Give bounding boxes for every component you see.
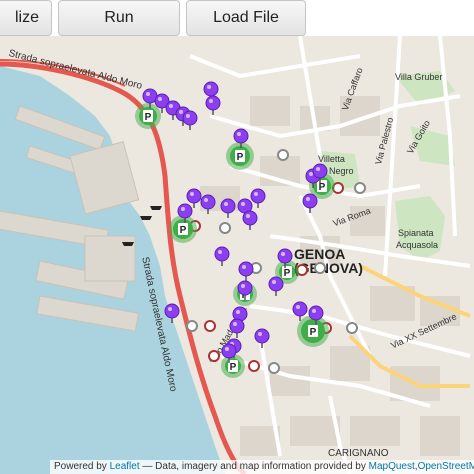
ferry-icon	[150, 206, 162, 210]
location-pin-icon[interactable]	[164, 303, 180, 323]
location-pin-icon[interactable]	[229, 318, 245, 338]
location-pin-icon[interactable]	[250, 188, 266, 208]
location-pin-icon[interactable]	[242, 210, 258, 230]
ferry-icon	[140, 216, 152, 220]
parking-icon-glyph: P	[310, 327, 317, 338]
poi-dot-icon[interactable]	[186, 320, 198, 332]
mapquest-link[interactable]: MapQuest	[369, 461, 415, 472]
location-pin-icon[interactable]	[268, 276, 284, 296]
parking-icon-glyph: P	[237, 152, 244, 163]
poi-dot-icon[interactable]	[248, 360, 260, 372]
poi-dot-icon[interactable]	[208, 350, 220, 362]
attribution-middle: — Data, imagery and map information prov…	[142, 461, 366, 472]
location-pin-icon[interactable]	[205, 95, 221, 115]
toolbar: lize Run Load File	[0, 0, 474, 36]
parking-icon-glyph: P	[284, 268, 291, 279]
location-pin-icon[interactable]	[254, 328, 270, 348]
location-pin-icon[interactable]	[182, 110, 198, 130]
location-pin-icon[interactable]	[200, 194, 216, 214]
load-file-button[interactable]: Load File	[186, 0, 306, 36]
location-pin-icon[interactable]	[220, 198, 236, 218]
attribution-prefix: Powered by	[54, 461, 107, 472]
marker-layer: PPPPPPPP	[122, 81, 366, 378]
parking-icon-glyph: P	[145, 112, 152, 123]
poi-dot-icon[interactable]	[354, 182, 366, 194]
poi-dot-icon[interactable]	[204, 320, 216, 332]
optimize-button[interactable]: lize	[0, 0, 52, 36]
map-attribution: Powered by Leaflet — Data, imagery and m…	[50, 460, 474, 474]
run-button[interactable]: Run	[58, 0, 180, 36]
location-pin-icon[interactable]	[238, 261, 254, 281]
poi-dot-icon[interactable]	[277, 149, 289, 161]
map[interactable]: Strada sopraelevata Aldo Moro Strada sop…	[0, 36, 474, 474]
poi-dot-icon[interactable]	[314, 262, 326, 274]
location-pin-icon[interactable]	[214, 246, 230, 266]
poi-dot-icon[interactable]	[268, 362, 280, 374]
parking-icon-glyph: P	[319, 182, 326, 193]
parking-icon-glyph: P	[180, 225, 187, 236]
parking-icon-glyph: P	[230, 362, 237, 373]
poi-dot-icon[interactable]	[219, 222, 231, 234]
leaflet-link[interactable]: Leaflet	[110, 461, 140, 472]
osm-link[interactable]: OpenStreetMap	[418, 461, 474, 472]
poi-dot-icon[interactable]	[346, 322, 358, 334]
ferry-icon	[122, 242, 134, 246]
location-pin-icon[interactable]	[302, 193, 318, 213]
